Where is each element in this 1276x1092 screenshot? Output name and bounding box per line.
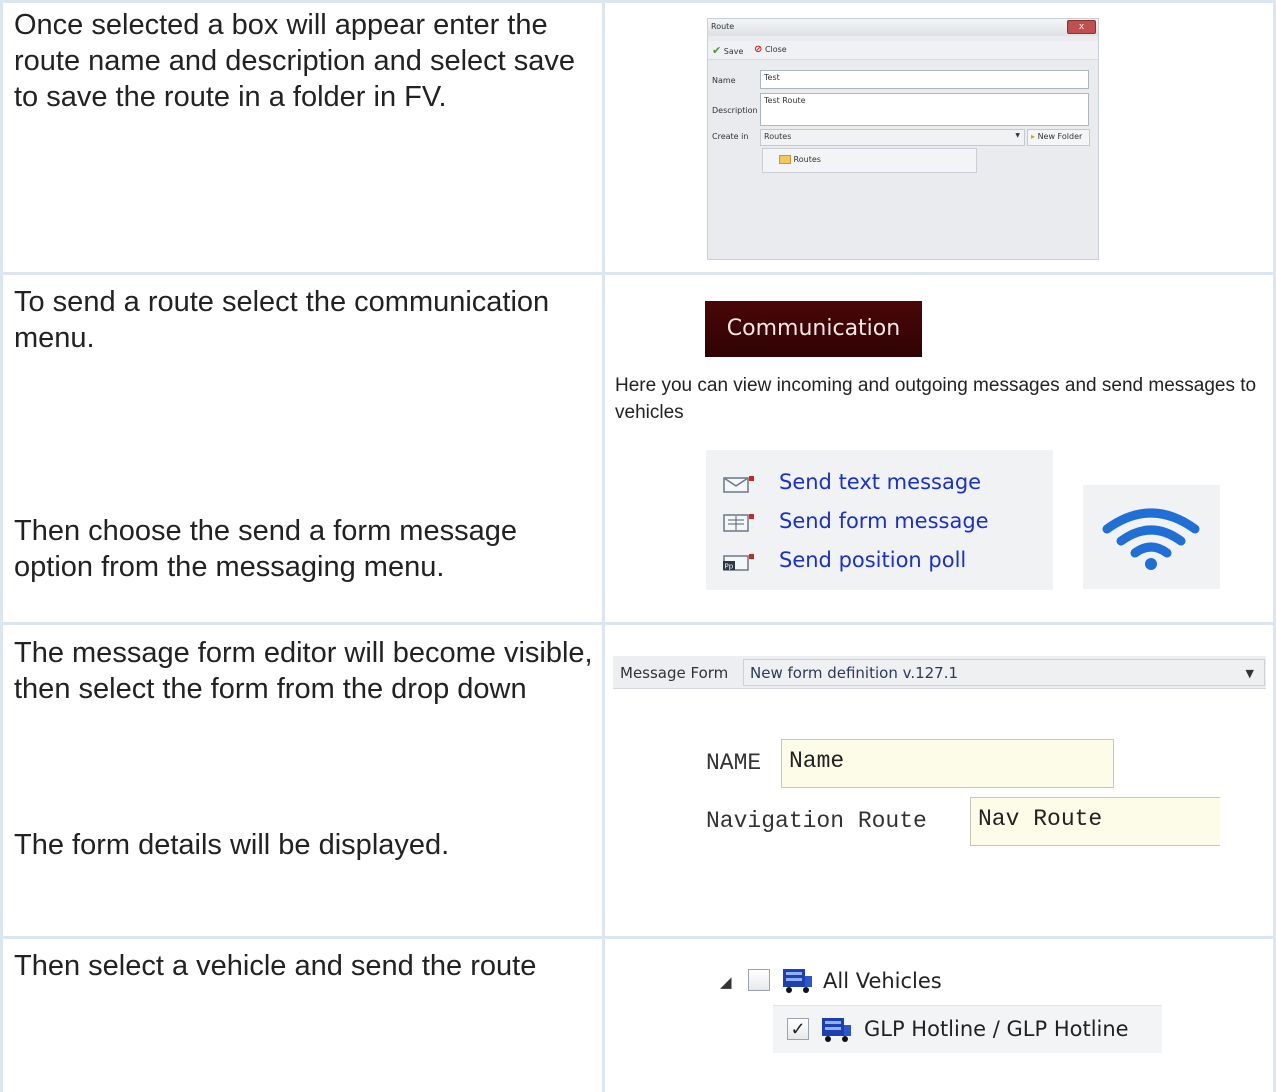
table-border-middle (602, 0, 605, 1092)
send-position-poll-link[interactable]: Send position poll (779, 548, 966, 572)
folder-arrow-icon: ▸ (1031, 132, 1036, 141)
create-in-value: Routes (764, 132, 792, 141)
instruction-text-3: Then choose the send a form message opti… (14, 515, 517, 583)
instruction-text-1: Once selected a box will appear enter th… (14, 9, 576, 113)
vehicle-icon (783, 969, 812, 993)
form-field-input-name[interactable]: Name (781, 739, 1114, 788)
wifi-icon-panel (1083, 485, 1220, 589)
description-label: Description (712, 106, 758, 115)
row-divider-2 (0, 622, 1276, 625)
folder-icon (779, 155, 791, 164)
message-form-label: Message Form (620, 664, 729, 682)
save-tool-button[interactable]: ✔ Save (712, 44, 743, 57)
vehicle-checkbox[interactable]: ✓ (787, 1018, 809, 1040)
name-label: Name (712, 76, 736, 85)
expand-triangle-icon[interactable]: ◢ (720, 973, 732, 991)
form-field-input-navigation-route[interactable]: Nav Route (970, 797, 1220, 846)
dropdown-caret-icon: ▼ (1015, 132, 1020, 139)
messaging-menu: Send text message Send form message Pp S… (706, 450, 1053, 590)
row-divider-1 (0, 272, 1276, 275)
route-dialog-close-x-button[interactable]: x (1067, 20, 1096, 34)
all-vehicles-checkbox[interactable] (748, 969, 770, 991)
route-dialog-title: Route (711, 22, 735, 31)
create-in-label: Create in (712, 132, 749, 141)
close-tool-button[interactable]: ⊘ Close (754, 44, 787, 55)
save-label: Save (723, 47, 744, 56)
instruction-text-2: To send a route select the communication… (14, 286, 550, 354)
wifi-icon (1102, 508, 1200, 570)
communication-description: Here you can view incoming and outgoing … (615, 375, 1257, 423)
new-folder-label: New Folder (1037, 132, 1083, 141)
checkmark-icon: ✔ (712, 44, 722, 57)
table-border-left (0, 0, 3, 1092)
instruction-text-5: The form details will be displayed. (14, 829, 450, 861)
route-dialog-toolbar: ✔ Save ⊘ Close (708, 41, 1098, 60)
vehicle-icon (822, 1018, 851, 1042)
instruction-text-4: The message form editor will become visi… (14, 637, 593, 705)
form-field-label-navigation-route: Navigation Route (706, 808, 927, 834)
route-dialog: Route x ✔ Save ⊘ Close Name Test Descrip… (707, 18, 1099, 260)
new-folder-button[interactable]: ▸ New Folder (1027, 129, 1090, 146)
close-label: Close (764, 45, 787, 54)
description-field[interactable]: Test Route (760, 93, 1089, 126)
send-form-message-link[interactable]: Send form message (779, 509, 989, 533)
vehicle-label: GLP Hotline / GLP Hotline (864, 1017, 1129, 1041)
message-form-bar: Message Form New form definition v.127.1… (613, 656, 1266, 689)
vehicle-row[interactable]: ✓ GLP Hotline / GLP Hotline (773, 1005, 1162, 1053)
dropdown-caret-icon: ▼ (1245, 667, 1254, 680)
no-entry-icon: ⊘ (754, 44, 763, 55)
envelope-form-icon (723, 514, 754, 532)
row-divider-3 (0, 936, 1276, 939)
svg-text:Pp: Pp (725, 563, 734, 571)
communication-menu-button[interactable]: Communication (705, 301, 922, 357)
all-vehicles-label[interactable]: All Vehicles (823, 969, 942, 993)
route-dialog-titlebar: Route x (708, 19, 1098, 36)
name-field[interactable]: Test (760, 70, 1089, 89)
create-in-select[interactable]: Routes ▼ (760, 129, 1025, 146)
folder-tree-item[interactable]: Routes (779, 155, 821, 164)
message-form-selected-value: New form definition v.127.1 (750, 664, 959, 682)
instruction-text-6: Then select a vehicle and send the route (14, 950, 537, 982)
folder-tree: Routes (762, 148, 977, 173)
form-field-label-name: NAME (706, 750, 762, 776)
table-border-top (0, 0, 1276, 3)
message-form-select[interactable]: New form definition v.127.1 ▼ (743, 659, 1265, 686)
send-text-message-link[interactable]: Send text message (779, 470, 981, 494)
envelope-poll-icon: Pp (723, 554, 754, 571)
envelope-text-icon (723, 476, 754, 493)
folder-tree-item-label: Routes (793, 155, 821, 164)
